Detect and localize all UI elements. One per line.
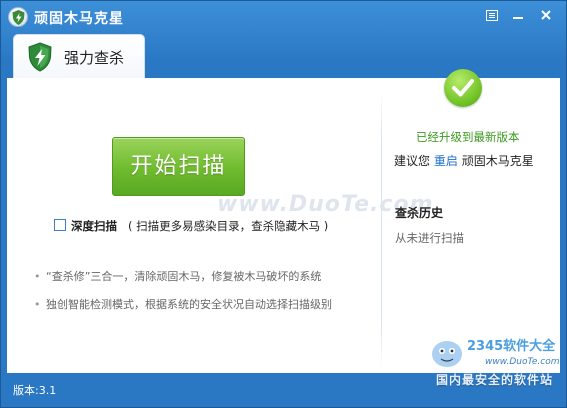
site-logo-text: 2345软件大全	[467, 338, 556, 354]
bullet-icon: •	[34, 270, 41, 283]
app-window: 顽固木马克星 强力查杀 www.DuoTe.com 开始扫描 深度扫描 (扫描…	[0, 0, 567, 408]
menu-icon	[486, 10, 498, 21]
scan-history-title: 查杀历史	[395, 206, 444, 220]
upgrade-status: 已经升级到最新版本	[416, 130, 520, 144]
suggest-suffix: 顽固木马克星	[461, 154, 534, 168]
deep-scan-description: ( 扫描更多易感染目录，查杀隐藏木马 )	[128, 219, 329, 233]
feature-text: “查杀修”三合一，清除顽固木马，修复被木马破坏的系统	[46, 270, 322, 283]
site-watermark-text: 国内最安全的软件站	[436, 373, 554, 387]
deep-scan-label[interactable]: 深度扫描	[71, 218, 117, 234]
title-bar[interactable]: 顽固木马克星	[1, 1, 566, 33]
tab-powerful-scan[interactable]: 强力查杀	[13, 34, 145, 78]
start-scan-button[interactable]: 开始扫描	[112, 137, 245, 196]
minimize-button[interactable]	[508, 7, 528, 25]
panel-divider	[381, 92, 382, 368]
feature-item: • 独创智能检测模式，根据系统的安全状况自动选择扫描级别	[34, 296, 332, 312]
site-logo-url: www.DuoTe.com	[485, 357, 560, 367]
close-button[interactable]	[536, 7, 556, 25]
shield-icon	[28, 42, 52, 72]
feature-text: 独创智能检测模式，根据系统的安全状况自动选择扫描级别	[46, 298, 332, 311]
window-title: 顽固木马克星	[34, 11, 124, 27]
feature-item: • “查杀修”三合一，清除顽固木马，修复被木马破坏的系统	[34, 268, 321, 284]
menu-button[interactable]	[482, 7, 502, 25]
tab-label: 强力查杀	[64, 49, 125, 67]
restart-suggestion: 建议您 重启 顽固木马克星	[394, 152, 534, 169]
restart-link[interactable]: 重启	[434, 154, 458, 168]
success-check-icon	[444, 69, 482, 107]
app-logo-icon	[8, 7, 28, 27]
minimize-icon	[513, 17, 523, 19]
scan-history-empty: 从未进行扫描	[395, 231, 464, 245]
deep-scan-checkbox[interactable]	[54, 219, 66, 231]
suggest-prefix: 建议您	[394, 154, 431, 168]
close-icon	[541, 10, 551, 20]
version-label: 版本:3.1	[13, 384, 57, 397]
bullet-icon: •	[34, 298, 41, 311]
